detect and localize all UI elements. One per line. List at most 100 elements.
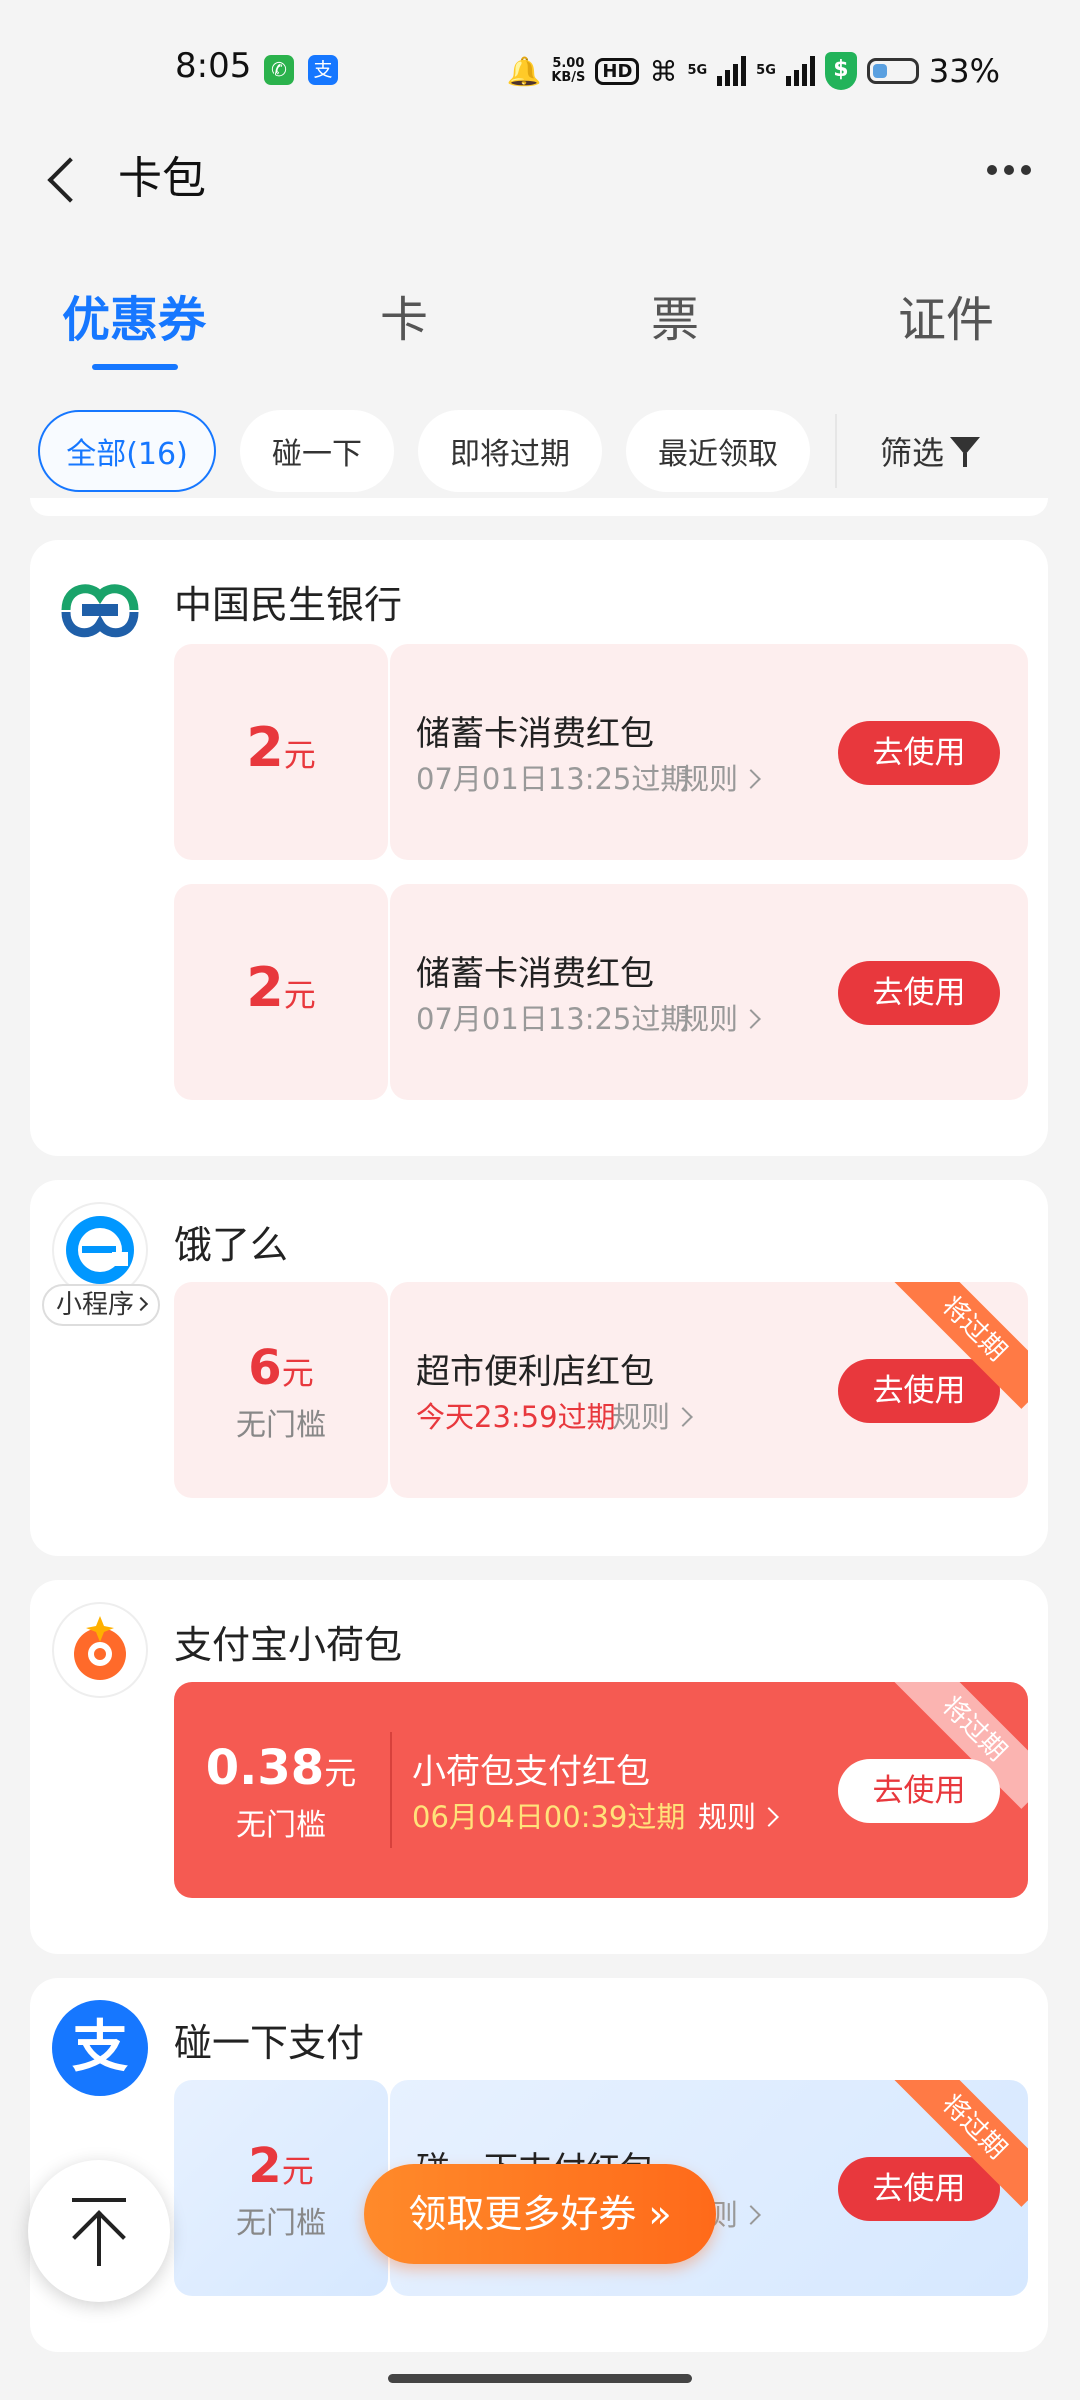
signal-label-2: 5G xyxy=(756,63,776,78)
tab-cards[interactable]: 卡 xyxy=(304,280,504,350)
chevron-right-icon xyxy=(133,1296,149,1311)
status-time: 8:05 xyxy=(175,46,252,86)
coupon: 2元 储蓄卡消费红包 07月01日13:25过期 规则 去使用 xyxy=(174,884,1028,1100)
signal-icon xyxy=(717,56,747,86)
signal-icon xyxy=(785,56,815,86)
coupon-detail-panel: 小荷包支付红包 06月04日00:39过期 规则 去使用 将过期 xyxy=(390,1682,1028,1898)
coupon-divider xyxy=(390,1732,392,1848)
arrow-up-icon-stem xyxy=(97,2212,101,2266)
coupon-title: 储蓄卡消费红包 xyxy=(416,954,654,994)
amount-unit: 元 xyxy=(324,1754,357,1792)
coupon-rules-link[interactable]: 规则 xyxy=(612,1394,693,1436)
coupon-detail-panel: 储蓄卡消费红包 07月01日13:25过期 规则 去使用 xyxy=(390,884,1028,1100)
category-tabs: 优惠券 卡 票 证件 xyxy=(0,250,1080,380)
home-indicator[interactable] xyxy=(388,2374,692,2383)
coupon-threshold: 无门槛 xyxy=(236,1408,326,1443)
hd-icon: HD xyxy=(595,57,640,85)
amount-unit: 元 xyxy=(283,736,316,774)
chevron-right-icon xyxy=(741,769,761,789)
coupon-title: 超市便利店红包 xyxy=(416,1352,654,1392)
chevron-right-icon xyxy=(673,1407,693,1427)
filter-chip-expiring[interactable]: 即将过期 xyxy=(418,410,602,492)
coupon-amount: 2元 xyxy=(174,956,388,1019)
coupon-title: 储蓄卡消费红包 xyxy=(416,714,654,754)
filter-chip-tap[interactable]: 碰一下 xyxy=(240,410,394,492)
chevron-right-icon xyxy=(741,2205,761,2225)
status-icons: 🔔 5.00 KB/S HD ⌘ 5G 5G $ 33% xyxy=(506,50,1000,92)
net-speed-unit: KB/S xyxy=(551,70,586,85)
alipay-logo-icon: 支 xyxy=(52,2000,148,2096)
signal-label-1: 5G xyxy=(687,63,708,78)
use-coupon-button[interactable]: 去使用 xyxy=(838,2157,1000,2221)
arrow-up-icon xyxy=(72,2198,126,2202)
coupon-expiry: 今天23:59过期 xyxy=(416,1400,616,1434)
filter-chip-recent[interactable]: 最近领取 xyxy=(626,410,810,492)
chevron-right-icon xyxy=(741,1009,761,1029)
coupon-amount-panel: 6元 无门槛 xyxy=(174,1282,388,1498)
coupon-detail-panel: 储蓄卡消费红包 07月01日13:25过期 规则 去使用 xyxy=(390,644,1028,860)
amount-value: 2 xyxy=(246,956,284,1019)
merchant-name: 饿了么 xyxy=(174,1223,289,1267)
merchant-name: 中国民生银行 xyxy=(174,583,403,627)
coupon: 2元 储蓄卡消费红包 07月01日13:25过期 规则 去使用 xyxy=(174,644,1028,860)
net-speed-value: 5.00 xyxy=(552,56,585,71)
merchant-card: 小程序 饿了么 6元 无门槛 超市便利店红包 今天23:59过期 规则 去使用 … xyxy=(30,1180,1048,1556)
coupon: 0.38元 无门槛 小荷包支付红包 06月04日00:39过期 规则 去使用 将… xyxy=(174,1682,1028,1898)
page-title: 卡包 xyxy=(118,153,206,204)
tab-tickets[interactable]: 票 xyxy=(575,280,775,350)
filter-bar: 全部(16) 碰一下 即将过期 最近领取 筛选 xyxy=(0,400,1080,500)
battery-percent: 33% xyxy=(928,52,1000,90)
coupon-title: 小荷包支付红包 xyxy=(412,1752,650,1792)
coupon-rules-link[interactable]: 规则 xyxy=(698,1794,779,1836)
coupon-amount-panel: 0.38元 无门槛 xyxy=(174,1682,390,1898)
status-bar: 8:05 ✆ 支 🔔 5.00 KB/S HD ⌘ 5G 5G $ 33% xyxy=(0,0,1080,130)
xiaohebao-logo-icon xyxy=(52,1602,148,1698)
cmbc-logo-icon xyxy=(52,562,148,658)
alipay-notification-icon: 支 xyxy=(308,55,338,85)
coupon-rules-link[interactable]: 规则 xyxy=(680,996,761,1038)
top-app-bar: 卡包 xyxy=(0,130,1080,230)
coupon-detail-panel: 超市便利店红包 今天23:59过期 规则 去使用 将过期 xyxy=(390,1282,1028,1498)
wifi-icon: ⌘ xyxy=(649,54,678,88)
tab-ids[interactable]: 证件 xyxy=(846,280,1046,350)
coupon-amount: 0.38元 xyxy=(174,1740,388,1796)
rules-label: 规则 xyxy=(680,762,739,796)
coupon-amount-panel: 2元 xyxy=(174,644,388,860)
use-coupon-button[interactable]: 去使用 xyxy=(838,961,1000,1025)
coupon-amount: 2元 xyxy=(174,716,388,779)
coupon-expiry: 07月01日13:25过期 xyxy=(416,1002,690,1036)
back-icon[interactable] xyxy=(36,140,96,210)
coupon: 6元 无门槛 超市便利店红包 今天23:59过期 规则 去使用 将过期 xyxy=(174,1282,1028,1498)
rules-label: 规则 xyxy=(680,1002,739,1036)
coupon-rules-link[interactable]: 规则 xyxy=(680,756,761,798)
get-more-coupons-button[interactable]: 领取更多好券 » xyxy=(364,2164,716,2264)
security-shield-icon: $ xyxy=(824,52,857,90)
amount-value: 2 xyxy=(246,716,284,779)
use-coupon-button[interactable]: 去使用 xyxy=(838,1359,1000,1423)
merchant-card: 支付宝小荷包 0.38元 无门槛 小荷包支付红包 06月04日00:39过期 规… xyxy=(30,1580,1048,1954)
use-coupon-button[interactable]: 去使用 xyxy=(838,721,1000,785)
amount-value: 0.38 xyxy=(205,1740,325,1796)
mini-program-label: 小程序 xyxy=(55,1290,134,1320)
coupon-amount-panel: 2元 xyxy=(174,884,388,1100)
coupon-amount: 6元 xyxy=(174,1340,388,1396)
filter-chip-all[interactable]: 全部(16) xyxy=(38,410,216,492)
phone-icon: ✆ xyxy=(264,55,294,85)
active-tab-indicator xyxy=(92,364,178,370)
tab-coupons[interactable]: 优惠券 xyxy=(34,280,234,350)
amount-value: 6 xyxy=(248,1340,282,1396)
filter-label: 筛选 xyxy=(880,434,945,472)
funnel-icon xyxy=(950,435,981,467)
use-coupon-button[interactable]: 去使用 xyxy=(838,1759,1000,1823)
filter-button[interactable]: 筛选 xyxy=(880,410,981,492)
amount-unit: 元 xyxy=(281,1354,314,1392)
coupon-expiry: 06月04日00:39过期 xyxy=(412,1800,686,1834)
more-options-icon[interactable] xyxy=(974,150,1044,190)
mini-program-tag: 小程序 xyxy=(42,1284,160,1326)
alarm-icon: 🔔 xyxy=(506,54,542,88)
rules-label: 规则 xyxy=(612,1400,671,1434)
coupon-threshold: 无门槛 xyxy=(236,1808,326,1843)
amount-value: 2 xyxy=(248,2138,282,2194)
divider xyxy=(835,414,837,488)
back-to-top-button[interactable] xyxy=(28,2160,170,2302)
